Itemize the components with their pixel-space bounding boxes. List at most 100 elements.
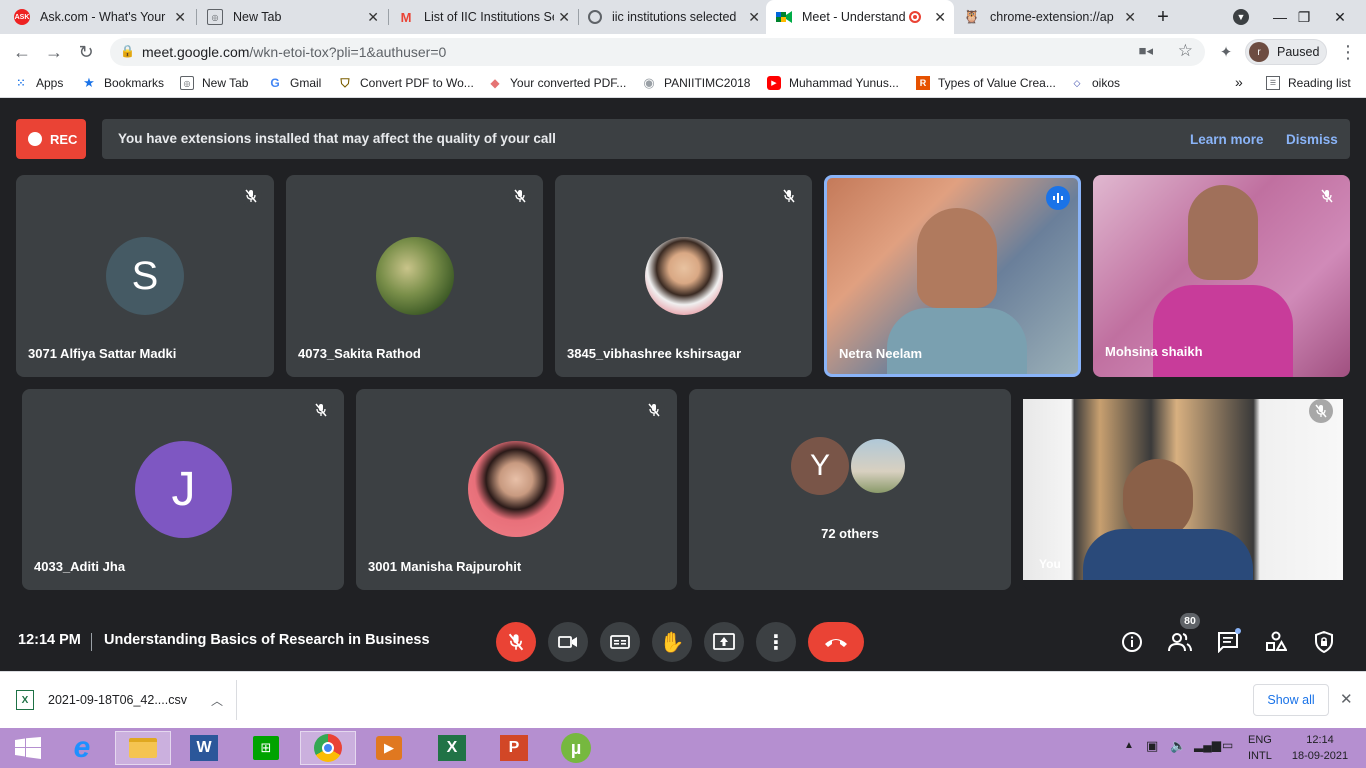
bookmark-converted-pdf[interactable]: ◆ Your converted PDF... bbox=[488, 76, 626, 90]
forward-icon[interactable]: → bbox=[42, 40, 66, 64]
tab-iic-list[interactable]: M List of IIC Institutions Se ✕ bbox=[398, 0, 578, 34]
present-screen-button[interactable] bbox=[704, 622, 744, 662]
participant-tile[interactable]: S 3071 Alfiya Sattar Madki bbox=[16, 175, 274, 377]
diamond-icon: ◆ bbox=[490, 76, 500, 90]
chrome-icon bbox=[314, 734, 342, 762]
dismiss-button[interactable]: Dismiss bbox=[1286, 132, 1338, 147]
lock-shield-icon bbox=[1315, 631, 1333, 653]
close-tab-icon[interactable]: ✕ bbox=[934, 9, 946, 26]
show-all-button[interactable]: Show all bbox=[1253, 684, 1329, 716]
captions-button[interactable] bbox=[600, 622, 640, 662]
bookmark-gmail[interactable]: G Gmail bbox=[268, 76, 321, 90]
bookmark-new-tab[interactable]: ◎ New Tab bbox=[180, 76, 248, 90]
battery-icon[interactable]: ▭ bbox=[1222, 738, 1233, 752]
show-hidden-icons[interactable]: ▲ bbox=[1124, 740, 1134, 751]
store-button[interactable]: ⊞ bbox=[238, 731, 294, 765]
record-dot-icon bbox=[28, 132, 42, 146]
chrome-button[interactable] bbox=[300, 731, 356, 765]
tab-new-tab[interactable]: ◎ New Tab ✕ bbox=[207, 0, 387, 34]
file-explorer-button[interactable] bbox=[115, 731, 171, 765]
network-adapter-icon[interactable]: ▣ bbox=[1146, 738, 1158, 754]
raise-hand-button[interactable]: ✋ bbox=[652, 622, 692, 662]
mic-toggle-button[interactable] bbox=[496, 622, 536, 662]
tab-iic-selected[interactable]: iic institutions selected ✕ bbox=[588, 0, 768, 34]
tab-separator bbox=[388, 9, 389, 25]
globe-icon bbox=[588, 10, 602, 24]
divider bbox=[236, 680, 237, 720]
address-bar[interactable]: 🔒 meet.google.com/wkn-etoi-tox?pli=1&aut… bbox=[110, 38, 1205, 66]
tab-search-icon[interactable]: ▼ bbox=[1221, 0, 1261, 34]
google-icon: G bbox=[270, 76, 280, 90]
restore-icon[interactable]: ❐ bbox=[1284, 0, 1324, 34]
language-indicator[interactable]: ENG INTL bbox=[1248, 734, 1272, 762]
captions-icon bbox=[610, 635, 630, 649]
chat-button[interactable] bbox=[1216, 628, 1241, 654]
meeting-details-button[interactable] bbox=[1120, 630, 1144, 654]
volume-icon[interactable]: 🔈 bbox=[1170, 738, 1186, 754]
bookmark-apps[interactable]: ⁙ Apps bbox=[14, 76, 64, 90]
word-button[interactable]: W bbox=[176, 731, 232, 765]
windows-logo-icon bbox=[15, 737, 41, 759]
internet-explorer-button[interactable]: e bbox=[54, 731, 110, 765]
word-icon: W bbox=[190, 735, 218, 761]
ie-icon: e bbox=[73, 731, 91, 764]
participant-tile[interactable]: J 4033_Aditi Jha bbox=[22, 389, 344, 590]
learn-more-link[interactable]: Learn more bbox=[1190, 132, 1264, 147]
clock[interactable]: 12:14 18-09-2021 bbox=[1290, 734, 1350, 762]
close-tab-icon[interactable]: ✕ bbox=[1124, 9, 1136, 26]
avatar: r bbox=[1249, 42, 1269, 62]
start-button[interactable] bbox=[0, 731, 56, 765]
close-tab-icon[interactable]: ✕ bbox=[174, 9, 186, 26]
participant-tile[interactable]: 3845_vibhashree kshirsagar bbox=[555, 175, 812, 377]
chevron-up-icon[interactable]: ︿ bbox=[211, 692, 223, 709]
tab-ask[interactable]: ASK Ask.com - What's Your ✕ bbox=[14, 0, 194, 34]
bookmark-bookmarks[interactable]: ★ Bookmarks bbox=[82, 75, 164, 90]
self-view-tile[interactable]: You bbox=[1023, 389, 1343, 590]
bookmark-value-creation[interactable]: R Types of Value Crea... bbox=[916, 76, 1056, 90]
new-tab-button[interactable]: + bbox=[1143, 0, 1183, 34]
close-window-icon[interactable]: ✕ bbox=[1320, 0, 1360, 34]
reload-icon[interactable]: ↻ bbox=[74, 40, 98, 64]
signal-icon[interactable]: ▂▄▆ bbox=[1194, 738, 1221, 752]
others-tile[interactable]: Y 72 others bbox=[689, 389, 1011, 590]
extensions-icon[interactable]: ✦ bbox=[1214, 40, 1238, 64]
tab-extension[interactable]: 🦉 chrome-extension://ap ✕ bbox=[964, 0, 1144, 34]
tab-meet[interactable]: Meet - Understand ✕ bbox=[766, 0, 954, 34]
new-tab-icon: ◎ bbox=[207, 9, 223, 25]
avatar bbox=[376, 237, 454, 315]
apps-grid-icon: ⁙ bbox=[16, 77, 26, 89]
bookmark-yunus[interactable]: ▶ Muhammad Yunus... bbox=[767, 76, 899, 90]
back-icon[interactable]: ← bbox=[10, 40, 34, 64]
close-tab-icon[interactable]: ✕ bbox=[748, 9, 760, 26]
host-controls-button[interactable] bbox=[1312, 630, 1336, 654]
menu-icon[interactable]: ⋮ bbox=[1336, 40, 1360, 64]
media-player-button[interactable]: ▶ bbox=[361, 731, 417, 765]
more-options-button[interactable]: ⋮ bbox=[756, 622, 796, 662]
participant-tile-speaking[interactable]: Netra Neelam bbox=[824, 175, 1081, 377]
lock-icon[interactable]: 🔒 bbox=[120, 44, 135, 58]
activities-button[interactable] bbox=[1264, 630, 1288, 654]
camera-icon[interactable]: ■◂ bbox=[1139, 43, 1153, 59]
bookmarks-overflow-icon[interactable]: » bbox=[1235, 74, 1243, 90]
download-item[interactable]: X 2021-09-18T06_42....csv ︿ bbox=[16, 690, 223, 710]
participant-tile[interactable]: 4073_Sakita Rathod bbox=[286, 175, 543, 377]
participant-tile[interactable]: Mohsina shaikh bbox=[1093, 175, 1350, 377]
profile-paused-button[interactable]: r Paused bbox=[1245, 39, 1327, 65]
close-download-bar-icon[interactable]: ✕ bbox=[1340, 690, 1353, 708]
close-tab-icon[interactable]: ✕ bbox=[367, 9, 379, 26]
close-tab-icon[interactable]: ✕ bbox=[558, 9, 570, 26]
powerpoint-button[interactable]: P bbox=[486, 731, 542, 765]
participant-tile[interactable]: 3001 Manisha Rajpurohit bbox=[356, 389, 677, 590]
camera-toggle-button[interactable] bbox=[548, 622, 588, 662]
bookmark-star-icon[interactable]: ☆ bbox=[1178, 41, 1193, 61]
bookmark-paniitimc[interactable]: ◉ PANIITIMC2018 bbox=[642, 75, 750, 90]
avatar bbox=[645, 237, 723, 315]
avatar bbox=[849, 437, 907, 495]
excel-button[interactable]: X bbox=[424, 731, 480, 765]
reading-list[interactable]: ☰ Reading list bbox=[1266, 76, 1351, 90]
leave-call-button[interactable] bbox=[808, 622, 864, 662]
people-button[interactable] bbox=[1168, 630, 1192, 654]
bookmark-convert-pdf[interactable]: ⛉ Convert PDF to Wo... bbox=[338, 76, 473, 91]
bookmark-oikos[interactable]: ◇ oikos bbox=[1070, 76, 1120, 90]
utorrent-button[interactable]: µ bbox=[548, 731, 604, 765]
